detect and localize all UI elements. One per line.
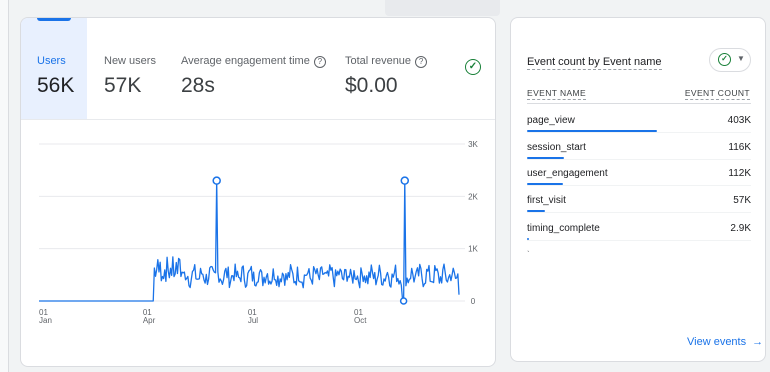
users-line-chart: 3K 2K 1K 0 01 Jan 01 Apr 01 Jul 01 Oct — [21, 120, 495, 340]
table-row[interactable]: first_visit 57K — [527, 195, 751, 221]
event-name-cell: timing_complete — [527, 223, 600, 234]
table-row[interactable]: user_engagement 112K — [527, 168, 751, 194]
compare-dropdown[interactable]: ✓ ▼ — [709, 48, 751, 72]
check-circle-icon: ✓ — [718, 53, 731, 66]
left-edge-panel — [0, 0, 9, 372]
new-users-value: 57K — [104, 74, 142, 97]
col-event-count[interactable]: EVENT COUNT — [684, 88, 750, 100]
tab-users[interactable] — [21, 18, 87, 119]
total-revenue-value: $0.00 — [345, 74, 398, 97]
event-count-cell: 116K — [728, 142, 751, 153]
avg-engagement-value: 28s — [181, 74, 215, 97]
table-row[interactable]: session_start 116K — [527, 142, 751, 168]
event-card-title: Event count by Event name — [527, 56, 662, 70]
peak-marker[interactable] — [212, 176, 221, 185]
event-name-cell: page_view — [527, 115, 575, 126]
y-tick-label: 0 — [471, 297, 476, 306]
event-count-cell: 112K — [728, 168, 751, 179]
avg-engagement-label[interactable]: Average engagement time? — [181, 55, 326, 68]
col-event-count-text: EVENT COUNT — [684, 88, 750, 100]
event-count-cell: 403K — [727, 115, 751, 126]
new-users-label[interactable]: New users — [104, 55, 156, 67]
stray-mark: ` — [527, 250, 530, 259]
event-name-cell: first_visit — [527, 195, 566, 206]
analytics-page: Users 56K New users 57K Average engageme… — [0, 0, 770, 372]
x-tick-month: Oct — [354, 316, 367, 325]
row-divider — [527, 185, 751, 186]
row-divider — [527, 132, 751, 133]
event-name-cell: session_start — [527, 142, 586, 153]
caret-down-icon: ▼ — [737, 54, 745, 63]
col-event-name-text: EVENT NAME — [527, 88, 587, 100]
x-tick-month: Apr — [143, 316, 156, 325]
event-name-cell: user_engagement — [527, 168, 608, 179]
check-circle-icon[interactable]: ✓ — [465, 59, 481, 75]
header-divider — [527, 103, 751, 104]
col-event-name[interactable]: EVENT NAME — [527, 88, 587, 100]
y-tick-label: 2K — [468, 192, 478, 201]
table-row[interactable]: page_view 403K — [527, 115, 751, 141]
peak-marker[interactable] — [400, 176, 410, 185]
event-card-title-text: Event count by Event name — [527, 56, 662, 70]
event-count-card: Event count by Event name ✓ ▼ EVENT NAME… — [510, 17, 766, 362]
arrow-right-icon: → — [752, 336, 764, 348]
dip-marker[interactable] — [399, 297, 408, 305]
users-value: 56K — [37, 74, 75, 97]
x-tick-month: Jan — [39, 316, 52, 325]
total-revenue-label[interactable]: Total revenue? — [345, 55, 428, 68]
chart-svg: 3K2K1K001Jan01Apr01Jul01Oct — [39, 140, 479, 325]
table-row[interactable]: timing_complete 2.9K — [527, 223, 751, 249]
y-tick-label: 1K — [468, 245, 478, 254]
metrics-chart-card: Users 56K New users 57K Average engageme… — [20, 17, 496, 367]
row-divider — [527, 159, 751, 160]
total-revenue-text: Total revenue — [345, 55, 412, 67]
users-label: Users — [37, 55, 66, 67]
users-series-line — [39, 179, 460, 302]
view-events-link[interactable]: View events → — [687, 336, 763, 348]
avg-engagement-text: Average engagement time — [181, 55, 310, 67]
event-count-cell: 57K — [733, 195, 751, 206]
view-events-text: View events — [687, 336, 747, 348]
row-divider — [527, 240, 751, 241]
help-icon[interactable]: ? — [415, 56, 428, 68]
x-tick-month: Jul — [248, 316, 258, 325]
row-divider — [527, 212, 751, 213]
event-count-cell: 2.9K — [730, 223, 751, 234]
y-tick-label: 3K — [468, 140, 478, 149]
top-strip — [385, 0, 500, 16]
help-icon[interactable]: ? — [313, 56, 326, 68]
